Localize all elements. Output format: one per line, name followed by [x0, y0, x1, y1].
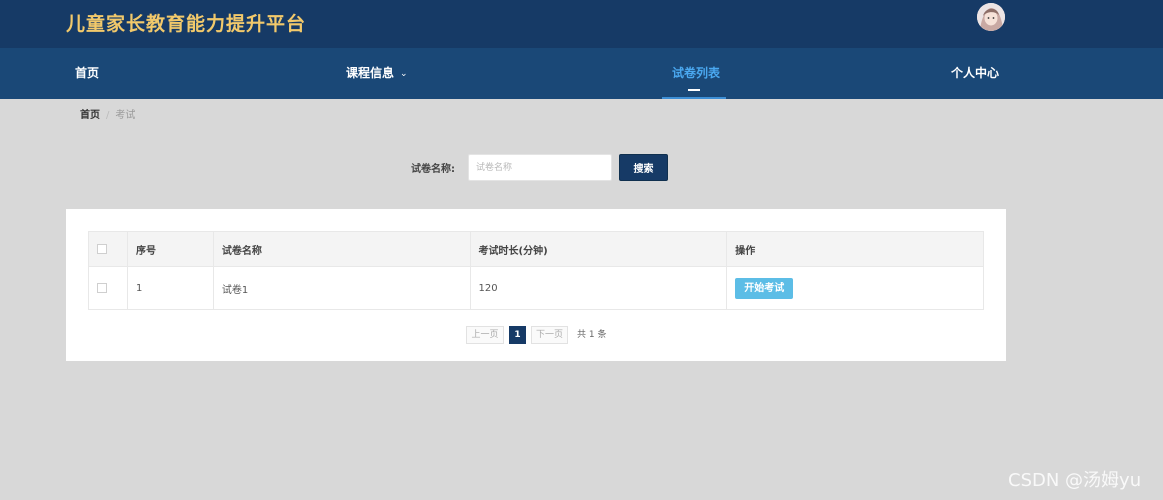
cell-index: 1 [126, 266, 214, 310]
pagination: 上一页 1 下一页 共 1 条 [466, 326, 626, 344]
start-exam-button[interactable]: 开始考试 [735, 277, 794, 299]
nav-exam-list[interactable]: 试卷列表 [672, 48, 720, 99]
nav-course-info-label: 课程信息 [346, 66, 395, 80]
watermark: CSDN @汤姆yu [1008, 470, 1142, 491]
top-header: 儿童家长教育能力提升平台 [0, 0, 1163, 48]
nav-home[interactable]: 首页 [75, 48, 99, 99]
cell-exam-name: 试卷1 [212, 266, 471, 310]
select-all-cell [88, 231, 128, 267]
breadcrumb-separator: / [106, 110, 110, 121]
exam-name-search-input[interactable] [468, 154, 612, 181]
breadcrumb: 首页 / 考试 [80, 106, 135, 121]
column-header-index: 序号 [126, 231, 214, 267]
search-button[interactable]: 搜索 [619, 154, 668, 181]
table-header-row: 序号 试卷名称 考试时长(分钟) 操作 [88, 231, 984, 267]
column-header-action: 操作 [726, 231, 984, 267]
row-checkbox[interactable] [97, 282, 107, 293]
cell-action: 开始考试 [726, 266, 984, 310]
prev-page-button[interactable]: 上一页 [466, 326, 504, 344]
chevron-down-icon: ⌄ [400, 69, 408, 79]
active-nav-indicator [688, 89, 700, 91]
nav-personal-center-label: 个人中心 [951, 66, 1000, 80]
nav-home-label: 首页 [75, 66, 100, 80]
breadcrumb-current: 考试 [115, 110, 136, 121]
main-nav: 首页 课程信息 ⌄ 试卷列表 个人中心 [0, 48, 1163, 99]
current-page-button[interactable]: 1 [509, 326, 526, 344]
select-all-checkbox[interactable] [97, 243, 107, 254]
row-select-cell [88, 266, 128, 310]
user-avatar[interactable] [977, 3, 1005, 31]
nav-personal-center[interactable]: 个人中心 [951, 48, 999, 99]
next-page-button[interactable]: 下一页 [531, 326, 568, 344]
active-nav-underline [662, 97, 726, 99]
avatar-image [977, 3, 1005, 31]
nav-exam-list-label: 试卷列表 [672, 66, 721, 80]
exam-table: 序号 试卷名称 考试时长(分钟) 操作 1 试卷1 120 开始考试 [88, 231, 984, 310]
table-row: 1 试卷1 120 开始考试 [88, 266, 984, 310]
search-label: 试卷名称: [411, 164, 455, 175]
column-header-duration: 考试时长(分钟) [469, 231, 728, 267]
exam-list-panel: 序号 试卷名称 考试时长(分钟) 操作 1 试卷1 120 开始考试 上一页 1… [66, 209, 1006, 361]
cell-duration: 120 [469, 266, 728, 310]
breadcrumb-home[interactable]: 首页 [80, 110, 100, 121]
site-title: 儿童家长教育能力提升平台 [66, 13, 307, 35]
pagination-total: 共 1 条 [577, 330, 607, 340]
nav-course-info[interactable]: 课程信息 ⌄ [346, 48, 408, 99]
column-header-exam-name: 试卷名称 [212, 231, 471, 267]
